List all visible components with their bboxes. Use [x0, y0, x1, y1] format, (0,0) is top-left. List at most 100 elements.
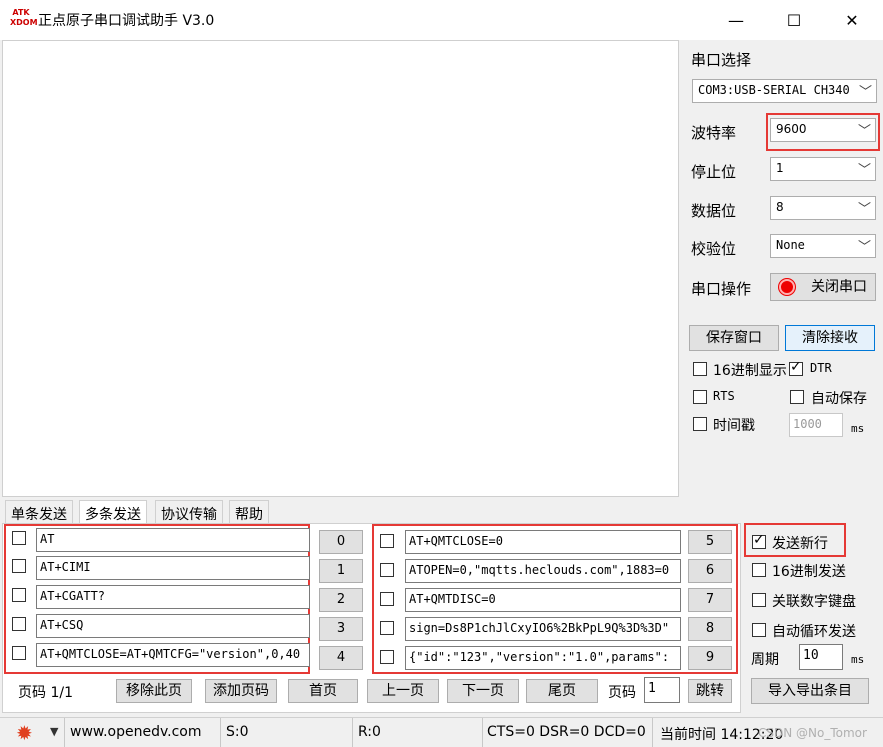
gear-icon[interactable]: ✹: [16, 723, 36, 743]
row-checkbox[interactable]: [380, 563, 394, 577]
send-newline-label: 发送新行: [772, 536, 828, 552]
send-button-3[interactable]: 3: [319, 617, 363, 641]
timestamp-label: 时间戳: [713, 418, 755, 434]
baud-label: 波特率: [691, 124, 737, 142]
send-button-2[interactable]: 2: [319, 588, 363, 612]
jump-button[interactable]: 跳转: [688, 679, 732, 703]
status-divider: [652, 718, 653, 747]
minimize-button[interactable]: —: [707, 0, 765, 40]
clear-receive-button[interactable]: 清除接收: [785, 325, 875, 351]
command-input[interactable]: AT+QMTCLOSE=AT+QMTCFG="version",0,40: [36, 643, 310, 667]
command-input[interactable]: AT: [36, 528, 310, 552]
app-logo-icon: ATK XDOM: [10, 8, 38, 27]
status-divider: [220, 718, 221, 747]
send-button-1[interactable]: 1: [319, 559, 363, 583]
receive-text-area[interactable]: [2, 40, 679, 497]
row-checkbox[interactable]: [380, 534, 394, 548]
import-export-button[interactable]: 导入导出条目: [751, 678, 869, 704]
baud-select-value: 9600: [776, 122, 807, 136]
sent-count: S:0: [226, 724, 249, 740]
tab-single-send[interactable]: 单条发送: [5, 500, 73, 524]
caret-down-icon[interactable]: ▼: [50, 725, 58, 738]
link-keypad-checkbox[interactable]: [752, 593, 766, 607]
send-button-6[interactable]: 6: [688, 559, 732, 583]
baud-select[interactable]: 9600 ﹀: [770, 118, 876, 142]
modem-signals: CTS=0 DSR=0 DCD=0: [487, 724, 646, 740]
parity-select[interactable]: None ﹀: [770, 234, 876, 258]
rts-label: RTS: [713, 389, 735, 403]
hex-send-checkbox[interactable]: [752, 563, 766, 577]
status-divider: [482, 718, 483, 747]
next-page-button[interactable]: 下一页: [447, 679, 519, 703]
first-page-button[interactable]: 首页: [288, 679, 358, 703]
status-divider: [64, 718, 65, 747]
command-input[interactable]: {"id":"123","version":"1.0",params":: [405, 646, 681, 670]
chevron-down-icon: ﹀: [858, 85, 872, 100]
row-checkbox[interactable]: [12, 588, 26, 602]
command-input[interactable]: AT+CIMI: [36, 556, 310, 580]
page-label: 页码: [608, 685, 636, 701]
row-checkbox[interactable]: [380, 650, 394, 664]
row-checkbox[interactable]: [12, 617, 26, 631]
website-link[interactable]: www.openedv.com: [70, 724, 202, 740]
command-input[interactable]: AT+QMTCLOSE=0: [405, 530, 681, 554]
timestamp-checkbox[interactable]: [693, 417, 707, 431]
tab-help[interactable]: 帮助: [229, 500, 269, 524]
period-input[interactable]: 10: [799, 644, 843, 670]
title-bar: ATK XDOM 正点原子串口调试助手 V3.0 — ☐ ✕: [0, 0, 883, 40]
link-keypad-label: 关联数字键盘: [772, 594, 856, 610]
received-count: R:0: [358, 724, 381, 740]
page-info: 页码 1/1: [18, 685, 73, 701]
command-input[interactable]: AT+CGATT?: [36, 585, 310, 609]
tab-multi-send[interactable]: 多条发送: [79, 500, 147, 524]
row-checkbox[interactable]: [12, 559, 26, 573]
dtr-label: DTR: [810, 361, 832, 375]
send-button-4[interactable]: 4: [319, 646, 363, 670]
send-button-5[interactable]: 5: [688, 530, 732, 554]
row-checkbox[interactable]: [12, 531, 26, 545]
auto-loop-checkbox[interactable]: [752, 623, 766, 637]
data-bits-select[interactable]: 8 ﹀: [770, 196, 876, 220]
window-title: 正点原子串口调试助手 V3.0: [38, 13, 215, 29]
hex-display-checkbox[interactable]: [693, 362, 707, 376]
stop-bits-select[interactable]: 1 ﹀: [770, 157, 876, 181]
command-input[interactable]: AT+QMTDISC=0: [405, 588, 681, 612]
data-bits-label: 数据位: [691, 202, 737, 220]
close-port-button[interactable]: 关闭串口: [770, 273, 876, 301]
add-page-button[interactable]: 添加页码: [205, 679, 277, 703]
hex-display-label: 16进制显示: [713, 363, 787, 379]
auto-save-label: 自动保存: [811, 391, 867, 407]
last-page-button[interactable]: 尾页: [526, 679, 598, 703]
command-input[interactable]: AT+CSQ: [36, 614, 310, 638]
send-button-9[interactable]: 9: [688, 646, 732, 670]
send-button-0[interactable]: 0: [319, 530, 363, 554]
timestamp-unit: ms: [851, 422, 865, 435]
status-divider: [352, 718, 353, 747]
send-button-7[interactable]: 7: [688, 588, 732, 612]
send-newline-checkbox[interactable]: [752, 532, 766, 549]
row-checkbox[interactable]: [380, 621, 394, 635]
command-input[interactable]: sign=Ds8P1chJlCxyIO6%2BkPpL9Q%3D%3D": [405, 617, 681, 641]
port-select[interactable]: COM3:USB-SERIAL CH340 ﹀: [692, 79, 877, 103]
page-number-input[interactable]: 1: [644, 677, 680, 703]
rts-checkbox[interactable]: [693, 390, 707, 404]
auto-save-checkbox[interactable]: [790, 390, 804, 404]
dtr-checkbox[interactable]: [789, 359, 803, 376]
data-bits-value: 8: [776, 200, 784, 214]
row-checkbox[interactable]: [380, 592, 394, 606]
timestamp-interval-input[interactable]: 1000: [789, 413, 843, 437]
tab-protocol[interactable]: 协议传输: [155, 500, 223, 524]
remove-page-button[interactable]: 移除此页: [116, 679, 192, 703]
port-select-value: COM3:USB-SERIAL CH340: [698, 83, 850, 97]
row-checkbox[interactable]: [12, 646, 26, 660]
parity-label: 校验位: [691, 240, 737, 258]
auto-loop-label: 自动循环发送: [772, 624, 856, 640]
send-button-8[interactable]: 8: [688, 617, 732, 641]
save-window-button[interactable]: 保存窗口: [689, 325, 779, 351]
maximize-button[interactable]: ☐: [765, 0, 823, 40]
prev-page-button[interactable]: 上一页: [367, 679, 439, 703]
command-input[interactable]: ATOPEN=0,"mqtts.heclouds.com",1883=0: [405, 559, 681, 583]
hex-send-label: 16进制发送: [772, 564, 846, 580]
close-window-button[interactable]: ✕: [823, 0, 881, 40]
period-unit: ms: [851, 653, 865, 666]
